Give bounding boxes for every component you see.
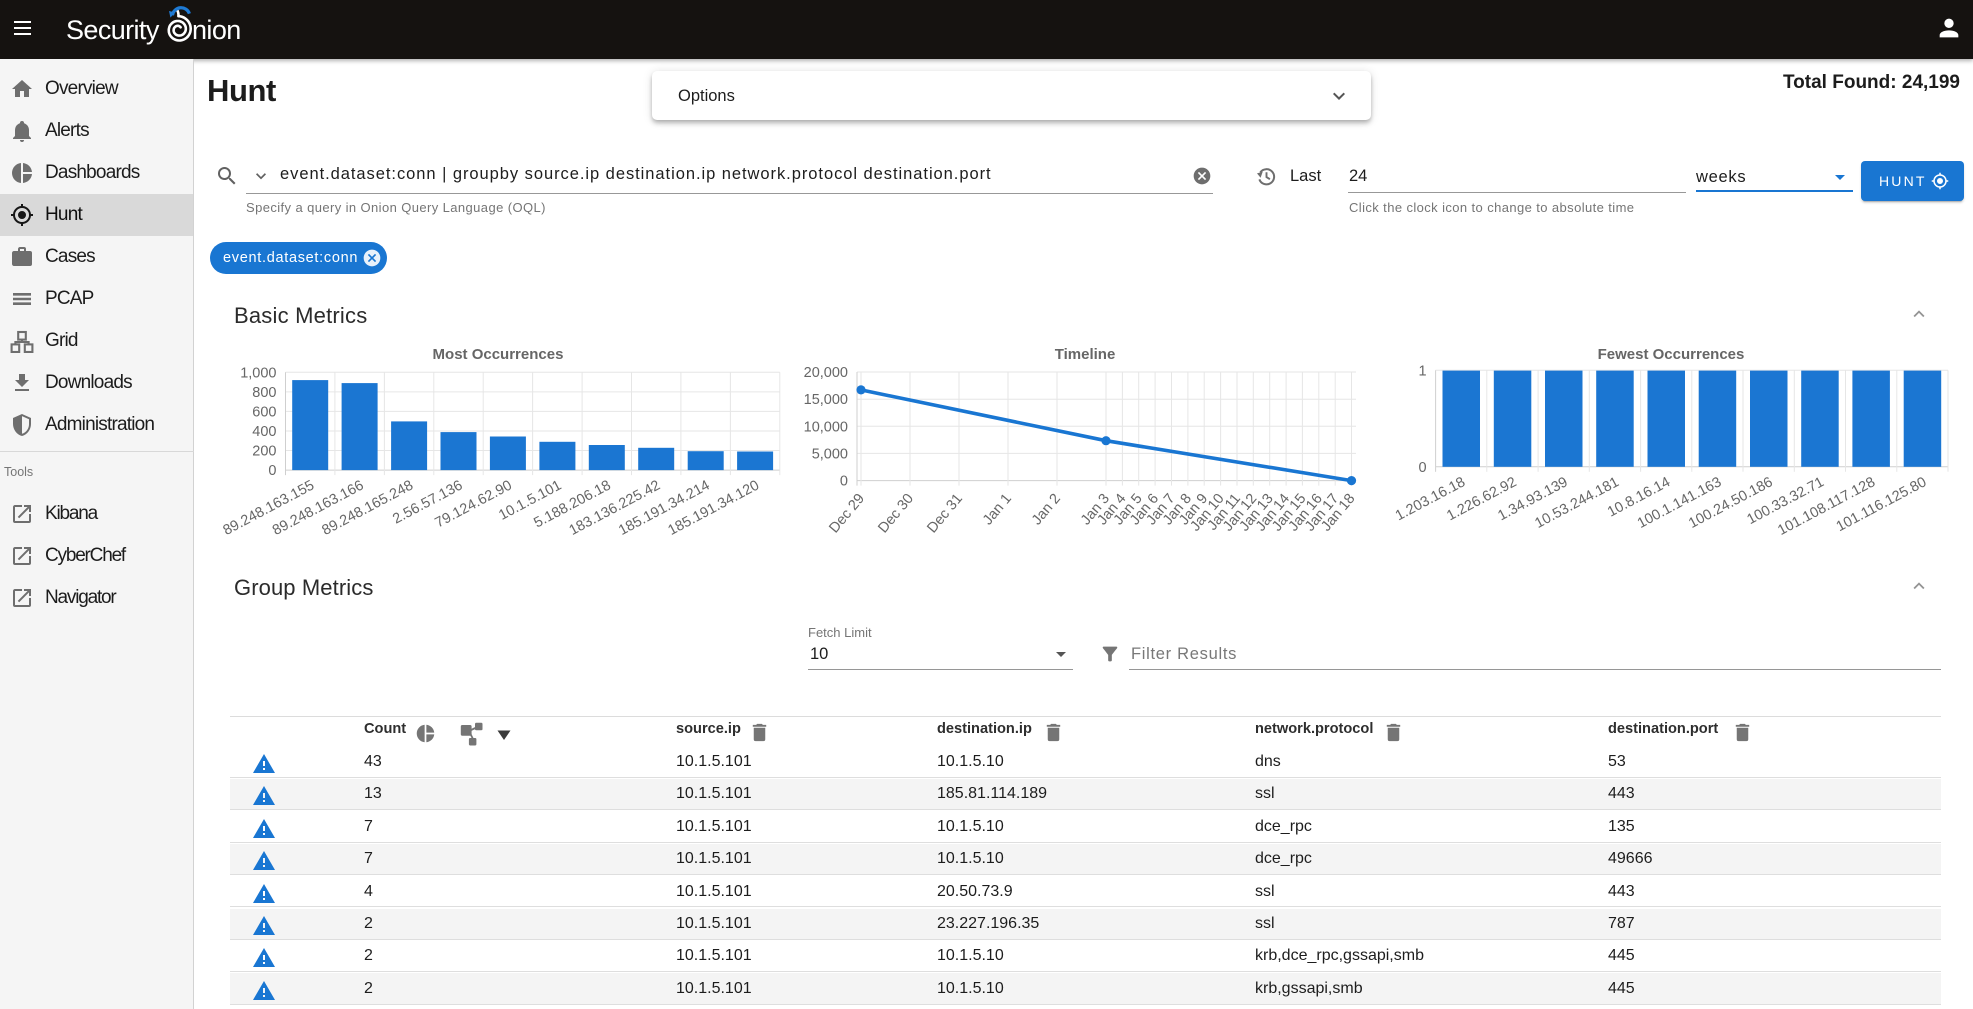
svg-text:1,000: 1,000 xyxy=(240,365,276,381)
svg-text:20,000: 20,000 xyxy=(804,365,848,381)
svg-text:800: 800 xyxy=(252,385,276,401)
svg-text:Jan 2: Jan 2 xyxy=(1029,491,1064,528)
svg-text:Dec 31: Dec 31 xyxy=(924,491,966,536)
svg-text:Jan 1: Jan 1 xyxy=(980,491,1015,528)
svg-text:Timeline: Timeline xyxy=(1055,346,1116,363)
svg-text:0: 0 xyxy=(268,463,276,479)
svg-text:101.116.125.80: 101.116.125.80 xyxy=(1834,474,1930,535)
svg-text:0: 0 xyxy=(840,474,848,490)
svg-text:0: 0 xyxy=(1419,460,1427,476)
svg-text:Dec 29: Dec 29 xyxy=(826,491,868,536)
svg-text:1: 1 xyxy=(1419,363,1427,379)
svg-text:Dec 30: Dec 30 xyxy=(875,491,917,536)
svg-text:10,000: 10,000 xyxy=(804,419,848,435)
svg-text:200: 200 xyxy=(252,444,276,460)
svg-text:400: 400 xyxy=(252,424,276,440)
svg-text:600: 600 xyxy=(252,404,276,420)
svg-text:Most Occurrences: Most Occurrences xyxy=(433,346,564,363)
svg-text:15,000: 15,000 xyxy=(804,392,848,408)
svg-text:5,000: 5,000 xyxy=(812,446,848,462)
svg-text:Fewest Occurrences: Fewest Occurrences xyxy=(1598,346,1745,363)
